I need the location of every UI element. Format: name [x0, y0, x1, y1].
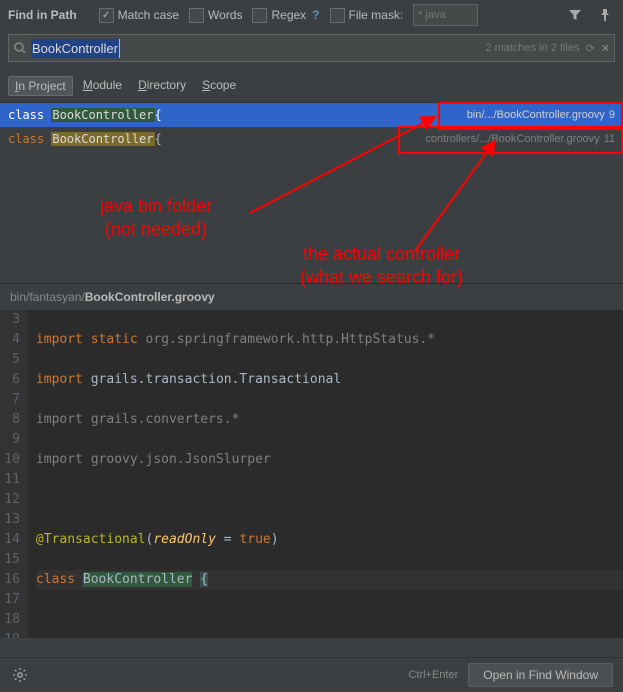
- shortcut-hint: Ctrl+Enter: [408, 669, 458, 681]
- file-mask-input[interactable]: [413, 4, 478, 26]
- tab-directory[interactable]: Directory: [132, 76, 192, 96]
- words-label: Words: [208, 8, 242, 22]
- preview-path-prefix: bin/fantasyan/: [10, 290, 85, 304]
- code-preview[interactable]: 345678910111213141516171819 import stati…: [0, 310, 623, 638]
- result-path: bin/.../BookController.groovy9: [467, 109, 615, 121]
- preview-path: bin/fantasyan/BookController.groovy: [0, 283, 623, 310]
- annotation-text-left: java bin folder(not needed): [100, 195, 212, 240]
- result-path: controllers/.../BookController.groovy11: [425, 133, 615, 145]
- result-row[interactable]: class BookController { bin/.../BookContr…: [0, 103, 623, 127]
- result-row[interactable]: class BookController { controllers/.../B…: [0, 127, 623, 151]
- search-icon[interactable]: [9, 41, 31, 55]
- checkbox-icon: [99, 8, 114, 23]
- gear-icon[interactable]: [10, 665, 30, 685]
- code-lines: import static org.springframework.http.H…: [28, 310, 623, 638]
- pin-icon[interactable]: [595, 5, 615, 25]
- match-case-label: Match case: [118, 8, 179, 22]
- scope-tabs: In Project Module Directory Scope: [0, 66, 623, 102]
- loading-icon: ⟳: [586, 42, 595, 55]
- help-icon[interactable]: ?: [312, 8, 319, 22]
- checkbox-icon: [189, 8, 204, 23]
- match-text: BookController: [51, 132, 154, 146]
- results-list: class BookController { bin/.../BookContr…: [0, 102, 623, 283]
- tab-module[interactable]: Module: [77, 76, 128, 96]
- annotation-arrow: [395, 136, 515, 266]
- regex-checkbox[interactable]: Regex ?: [252, 8, 319, 23]
- search-query-text: BookController: [31, 39, 120, 58]
- match-count-label: 2 matches in 2 files: [485, 42, 579, 54]
- checkbox-icon: [252, 8, 267, 23]
- search-bar: BookController 2 matches in 2 files ⟳ ✕: [8, 34, 615, 62]
- clear-icon[interactable]: ✕: [601, 42, 610, 55]
- open-in-find-window-button[interactable]: Open in Find Window: [468, 663, 613, 687]
- titlebar: Find in Path Match case Words Regex ? Fi…: [0, 0, 623, 30]
- keyword: class: [8, 108, 44, 122]
- preview-path-file: BookController.groovy: [85, 290, 215, 304]
- file-mask-label: File mask:: [349, 8, 404, 22]
- gutter: 345678910111213141516171819: [0, 310, 28, 638]
- code-after: {: [155, 132, 162, 146]
- tab-scope[interactable]: Scope: [196, 76, 242, 96]
- file-mask-checkbox[interactable]: File mask:: [330, 8, 404, 23]
- dialog-title: Find in Path: [8, 8, 77, 22]
- regex-label: Regex: [271, 8, 306, 22]
- tab-in-project[interactable]: In Project: [8, 76, 73, 96]
- filter-icon[interactable]: [565, 5, 585, 25]
- checkbox-icon: [330, 8, 345, 23]
- search-status: 2 matches in 2 files ⟳ ✕: [485, 42, 614, 55]
- keyword: class: [8, 132, 44, 146]
- footer: Ctrl+Enter Open in Find Window: [0, 657, 623, 692]
- match-case-checkbox[interactable]: Match case: [99, 8, 179, 23]
- annotation-text-right: the actual controller(what we search for…: [300, 243, 463, 288]
- search-input[interactable]: [120, 34, 125, 62]
- words-checkbox[interactable]: Words: [189, 8, 242, 23]
- match-text: BookController: [51, 108, 154, 122]
- code-after: {: [155, 108, 162, 122]
